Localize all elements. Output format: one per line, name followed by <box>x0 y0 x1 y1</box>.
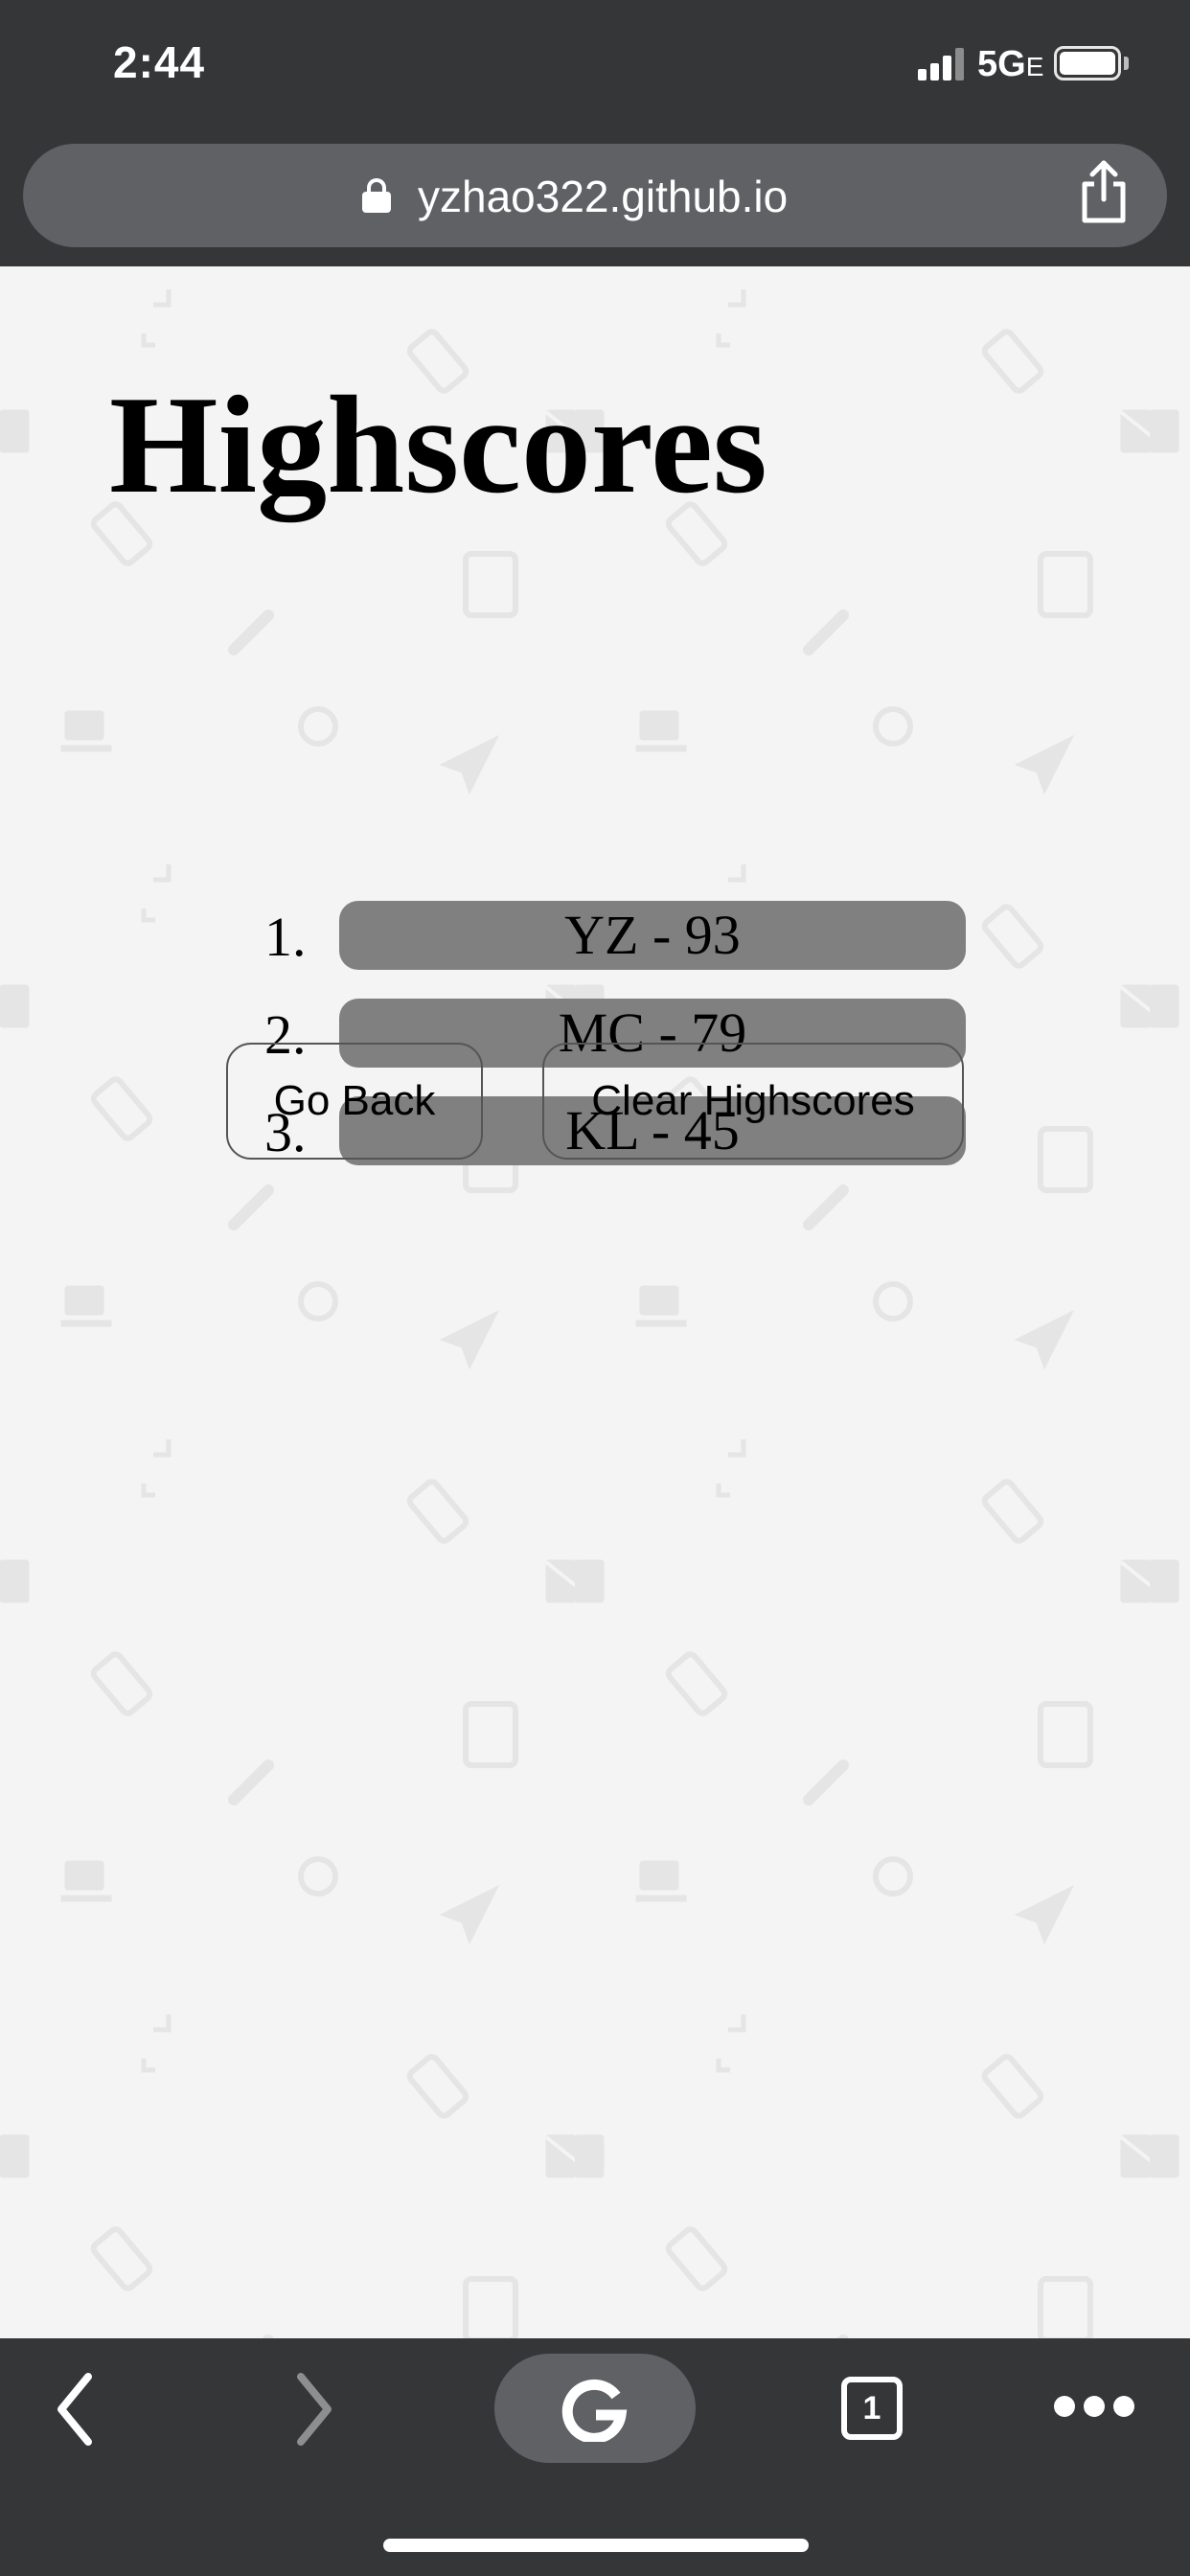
signal-icon <box>918 48 966 80</box>
score-row: 1. YZ - 93 <box>0 901 1190 972</box>
status-bar: 2:44 5GE <box>0 0 1190 134</box>
tabs-icon[interactable]: 1 <box>841 2377 903 2440</box>
status-time: 2:44 <box>113 37 206 87</box>
home-indicator <box>383 2539 809 2552</box>
lock-icon <box>362 178 391 213</box>
battery-fill <box>1060 52 1115 75</box>
page-content: Highscores 1. YZ - 93 2. MC - 79 3. KL -… <box>0 266 1190 2338</box>
network-label: 5G <box>977 44 1026 84</box>
forward-arrow-icon[interactable] <box>293 2371 335 2452</box>
back-arrow-icon[interactable] <box>54 2371 96 2452</box>
battery-tip <box>1124 57 1129 70</box>
network-indicator: 5GE <box>977 44 1043 85</box>
google-icon <box>561 2379 629 2447</box>
share-icon[interactable] <box>1077 159 1131 224</box>
clear-highscores-button[interactable]: Clear Highscores <box>542 1043 964 1160</box>
network-suffix: E <box>1025 52 1044 81</box>
background-pattern <box>0 266 1190 2338</box>
more-icon[interactable] <box>1054 2396 1134 2419</box>
url-text[interactable]: yzhao322.github.io <box>418 171 788 222</box>
page-title: Highscores <box>109 367 767 522</box>
score-rank: 1. <box>264 906 307 968</box>
score-entry: YZ - 93 <box>339 901 966 970</box>
go-back-button[interactable]: Go Back <box>226 1043 483 1160</box>
battery-icon <box>1054 46 1121 80</box>
